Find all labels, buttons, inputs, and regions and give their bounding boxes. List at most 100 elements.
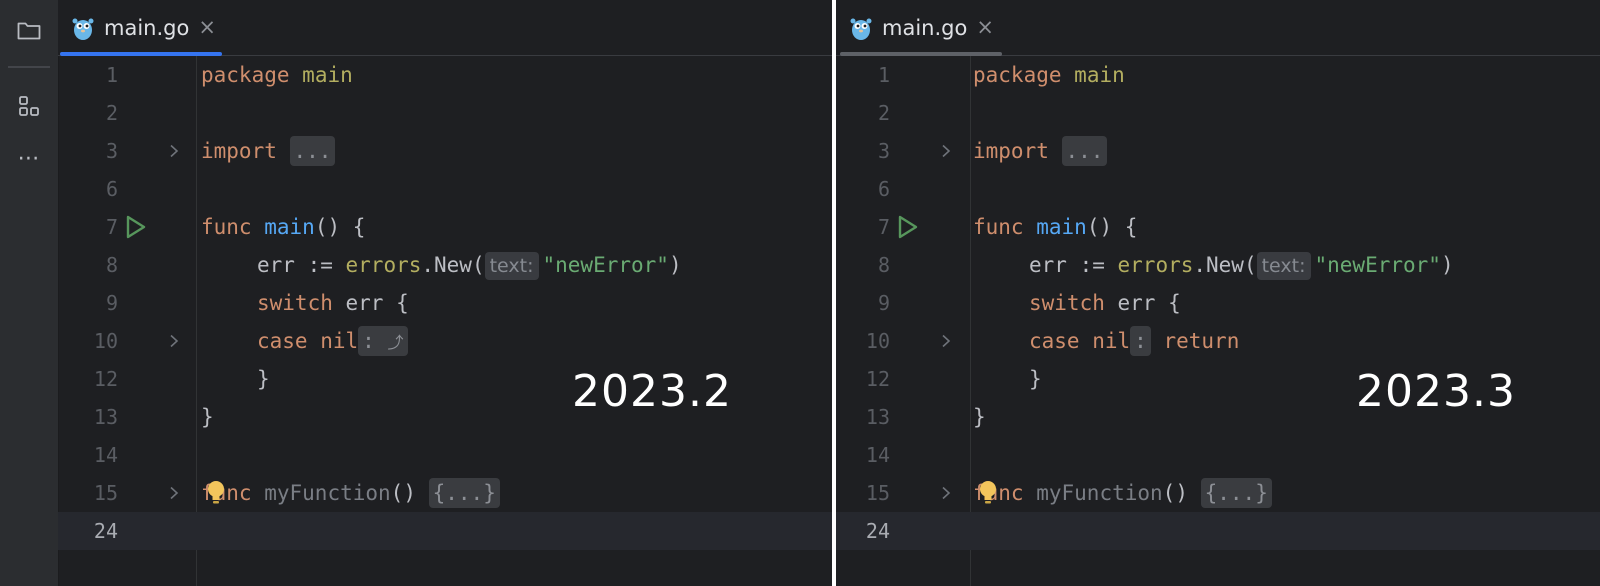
structure-icon[interactable] [17,94,41,118]
line-number: 10 [865,329,890,353]
code-text: err := errors.New(text: "newError") [257,246,682,285]
code-line: 6 [836,170,1600,208]
sidebar-separator [8,66,50,68]
line-number: 15 [865,481,890,505]
line-number: 7 [877,215,890,239]
code-editor[interactable]: 1 package main 2 3 import ... 6 7 func m… [58,56,832,586]
editor-window-2023-3: main.go × 1 package main 2 3 import ... … [836,0,1600,586]
folder-icon[interactable] [17,18,41,42]
code-line: 3 import ... [58,132,832,170]
line-number: 2 [877,101,890,125]
code-text: func main() { [201,215,366,239]
gopher-icon [850,18,872,40]
fold-chevron-icon[interactable] [938,474,954,512]
line-number: 6 [877,177,890,201]
code-line: 10 case nil: ⤴ [58,322,832,360]
line-number: 7 [105,215,118,239]
editor-tab-bar: main.go × [58,0,832,56]
code-line: 14 [836,436,1600,474]
code-line: 10 case nil: return [836,322,1600,360]
line-number: 1 [105,63,118,87]
fold-chevron-icon[interactable] [166,322,182,360]
line-number: 8 [877,253,890,277]
code-line: 3 import ... [836,132,1600,170]
line-number: 24 [93,519,118,543]
code-line: 15 func myFunction() {...} [836,474,1600,512]
line-number: 15 [93,481,118,505]
version-label: 2023.2 [572,366,732,417]
code-line: 8 err := errors.New(text: "newError") [58,246,832,284]
code-line: 14 [58,436,832,474]
code-text: package main [973,63,1125,87]
code-text: } [973,405,986,429]
line-number: 2 [105,101,118,125]
folded-import[interactable]: ... [1061,136,1108,166]
code-text: import ... [201,132,336,170]
gopher-icon [72,18,94,40]
code-text: func myFunction() {...} [973,474,1272,512]
code-text: func myFunction() {...} [201,474,500,512]
code-line: 15 func myFunction() {...} [58,474,832,512]
tab-label: main.go [104,15,190,40]
code-line: 6 [58,170,832,208]
lightbulb-icon[interactable] [201,474,231,512]
code-line: 2 [836,94,1600,132]
code-line: 7 func main() { [836,208,1600,246]
line-number: 8 [105,253,118,277]
run-icon[interactable] [122,208,150,246]
code-line-current: 24 [836,512,1600,550]
code-text: } [1029,367,1042,391]
code-line: 8 err := errors.New(text: "newError") [836,246,1600,284]
return-arrow-icon: ⤴ [387,333,404,352]
code-line: 1 package main [58,56,832,94]
code-text: package main [201,63,353,87]
line-number: 24 [865,519,890,543]
folded-import[interactable]: ... [289,136,336,166]
line-number: 12 [865,367,890,391]
code-text: case nil: ⤴ [257,322,408,362]
line-number: 13 [93,405,118,429]
folded-case-colon[interactable]: : [1130,326,1151,356]
folded-function-body[interactable]: {...} [1200,478,1272,508]
code-text: case nil: return [1029,322,1239,360]
code-text: switch err { [1029,291,1181,315]
line-number: 1 [877,63,890,87]
code-text: } [257,367,270,391]
line-number: 3 [877,139,890,163]
folded-case-body[interactable]: : ⤴ [358,326,408,356]
lightbulb-icon[interactable] [973,474,1003,512]
code-line: 2 [58,94,832,132]
fold-chevron-icon[interactable] [166,132,182,170]
fold-chevron-icon[interactable] [166,474,182,512]
fold-chevron-icon[interactable] [938,322,954,360]
line-number: 9 [877,291,890,315]
code-line: 1 package main [836,56,1600,94]
parameter-hint: text: [484,252,539,280]
line-number: 14 [93,443,118,467]
code-line-current: 24 [58,512,832,550]
line-number: 9 [105,291,118,315]
tab-main-go[interactable]: main.go × [70,0,216,55]
line-number: 6 [105,177,118,201]
close-icon[interactable]: × [976,17,994,38]
code-text: func main() { [973,215,1138,239]
code-text: } [201,405,214,429]
line-number: 13 [865,405,890,429]
code-text: err := errors.New(text: "newError") [1029,246,1454,285]
tab-main-go[interactable]: main.go × [848,0,994,55]
folded-function-body[interactable]: {...} [428,478,500,508]
code-line: 9 switch err { [836,284,1600,322]
line-number: 3 [105,139,118,163]
close-icon[interactable]: × [198,17,216,38]
fold-chevron-icon[interactable] [938,132,954,170]
line-number: 14 [865,443,890,467]
editor-window-2023-2: ⋯ main.go × 1 package main 2 3 import ..… [0,0,832,586]
line-number: 12 [93,367,118,391]
version-label: 2023.3 [1356,366,1516,417]
more-icon[interactable]: ⋯ [17,146,41,171]
run-icon[interactable] [894,208,922,246]
tab-label: main.go [882,15,968,40]
code-editor[interactable]: 1 package main 2 3 import ... 6 7 func m… [836,56,1600,586]
code-text: switch err { [257,291,409,315]
line-number: 10 [93,329,118,353]
